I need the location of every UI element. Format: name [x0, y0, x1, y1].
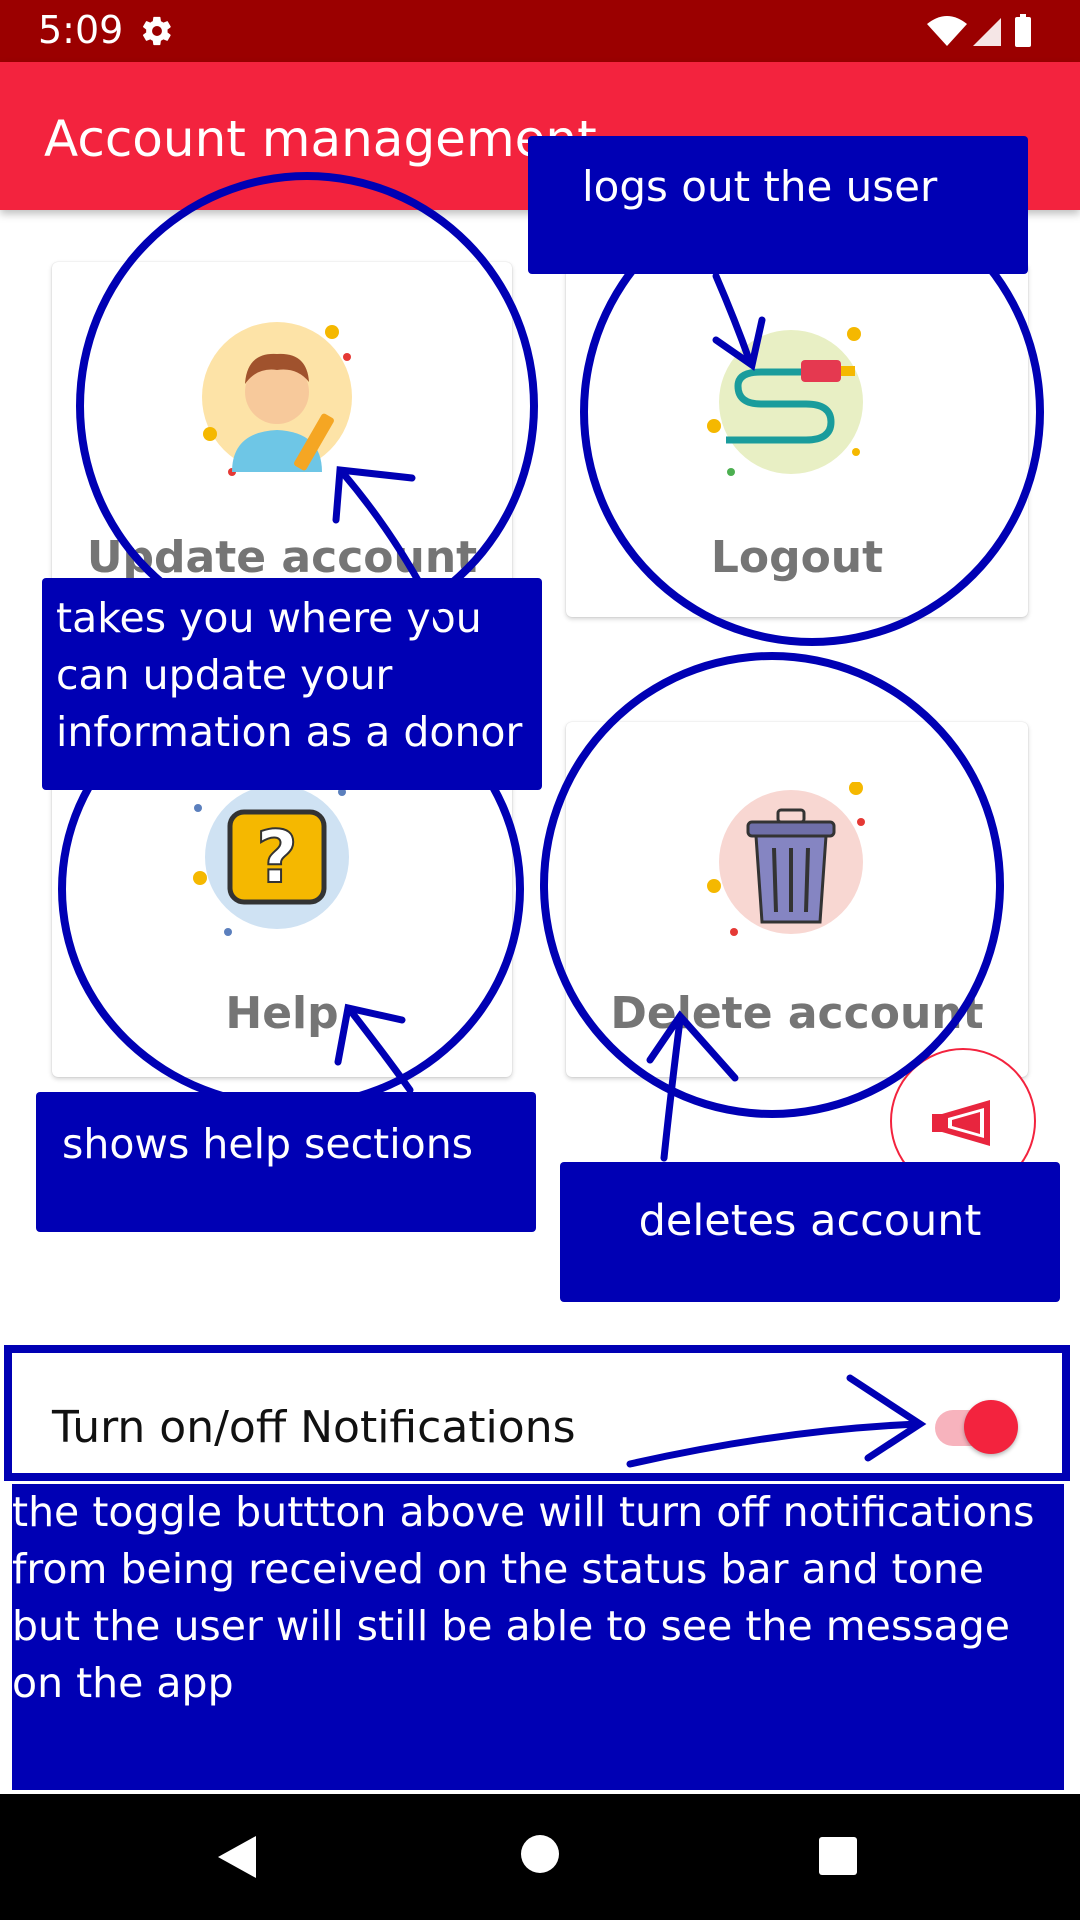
notifications-label: Turn on/off Notifications [52, 1402, 576, 1453]
annotation-toggle-text: the toggle buttton above will turn off n… [12, 1488, 1035, 1707]
annotation-help: shows help sections [36, 1092, 536, 1232]
recents-icon[interactable] [818, 1836, 858, 1881]
megaphone-icon [930, 1098, 1000, 1153]
navigation-bar [0, 1794, 1080, 1920]
back-icon[interactable] [216, 1834, 258, 1885]
annotation-update: takes you where you can update your info… [42, 578, 542, 790]
status-time: 5:09 [38, 8, 124, 52]
annotation-ring-update [76, 172, 538, 640]
annotation-logout: logs out the user [528, 136, 1028, 274]
annotation-ring-delete [540, 652, 1004, 1118]
status-icons [925, 12, 1045, 55]
annotation-toggle: the toggle buttton above will turn off n… [12, 1484, 1064, 1790]
notifications-toggle-thumb[interactable] [964, 1400, 1018, 1454]
annotation-delete-text: deletes account [638, 1196, 982, 1246]
annotation-delete: deletes account [560, 1162, 1060, 1302]
battery-icon [1015, 14, 1031, 47]
settings-gear-icon [140, 14, 174, 53]
wifi-icon [927, 16, 967, 46]
annotation-update-text: takes you where you can update your info… [56, 594, 523, 756]
annotation-logout-text: logs out the user [582, 162, 938, 211]
signal-icon [973, 18, 1001, 46]
home-icon[interactable] [520, 1834, 560, 1879]
page-title: Account management [44, 110, 597, 168]
annotation-help-text: shows help sections [62, 1120, 474, 1168]
